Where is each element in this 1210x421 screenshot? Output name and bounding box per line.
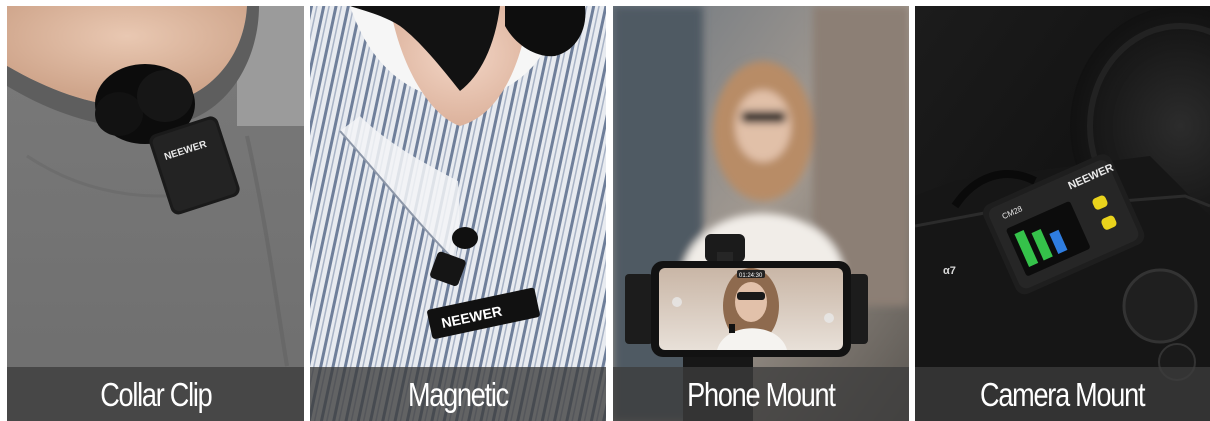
magnetic-photo: NEEWER xyxy=(310,6,606,421)
camera-mount-panel: α7 NEEWER CM28 Camera Mount xyxy=(915,6,1210,421)
magnet-button xyxy=(452,227,478,249)
caption-bar: Magnetic xyxy=(310,367,606,421)
caption-phone-mount: Phone Mount xyxy=(687,375,836,413)
phone-mount-panel: 01:24:30 Phone Mount xyxy=(613,6,909,421)
caption-camera-mount: Camera Mount xyxy=(980,375,1145,413)
caption-bar: Camera Mount xyxy=(915,367,1210,421)
camera-mount-photo: α7 NEEWER CM28 xyxy=(915,6,1210,421)
collar-clip-photo: NEEWER xyxy=(7,6,304,421)
collar-clip-panel: NEEWER Collar Clip xyxy=(7,6,304,421)
mode-dial xyxy=(1122,268,1198,344)
phone-mount-photo: 01:24:30 xyxy=(613,6,909,421)
camera-model-badge: α7 xyxy=(943,265,956,277)
caption-bar: Collar Clip xyxy=(7,367,304,421)
caption-collar-clip: Collar Clip xyxy=(99,375,213,413)
smartphone: 01:24:30 xyxy=(651,261,851,357)
caption-bar: Phone Mount xyxy=(613,367,909,421)
product-image-strip: NEEWER Collar Clip NEEWER Magnetic 01:24… xyxy=(0,0,1210,421)
caption-magnetic: Magnetic xyxy=(408,375,509,413)
record-timer: 01:24:30 xyxy=(739,273,763,279)
magnetic-panel: NEEWER Magnetic xyxy=(310,6,606,421)
